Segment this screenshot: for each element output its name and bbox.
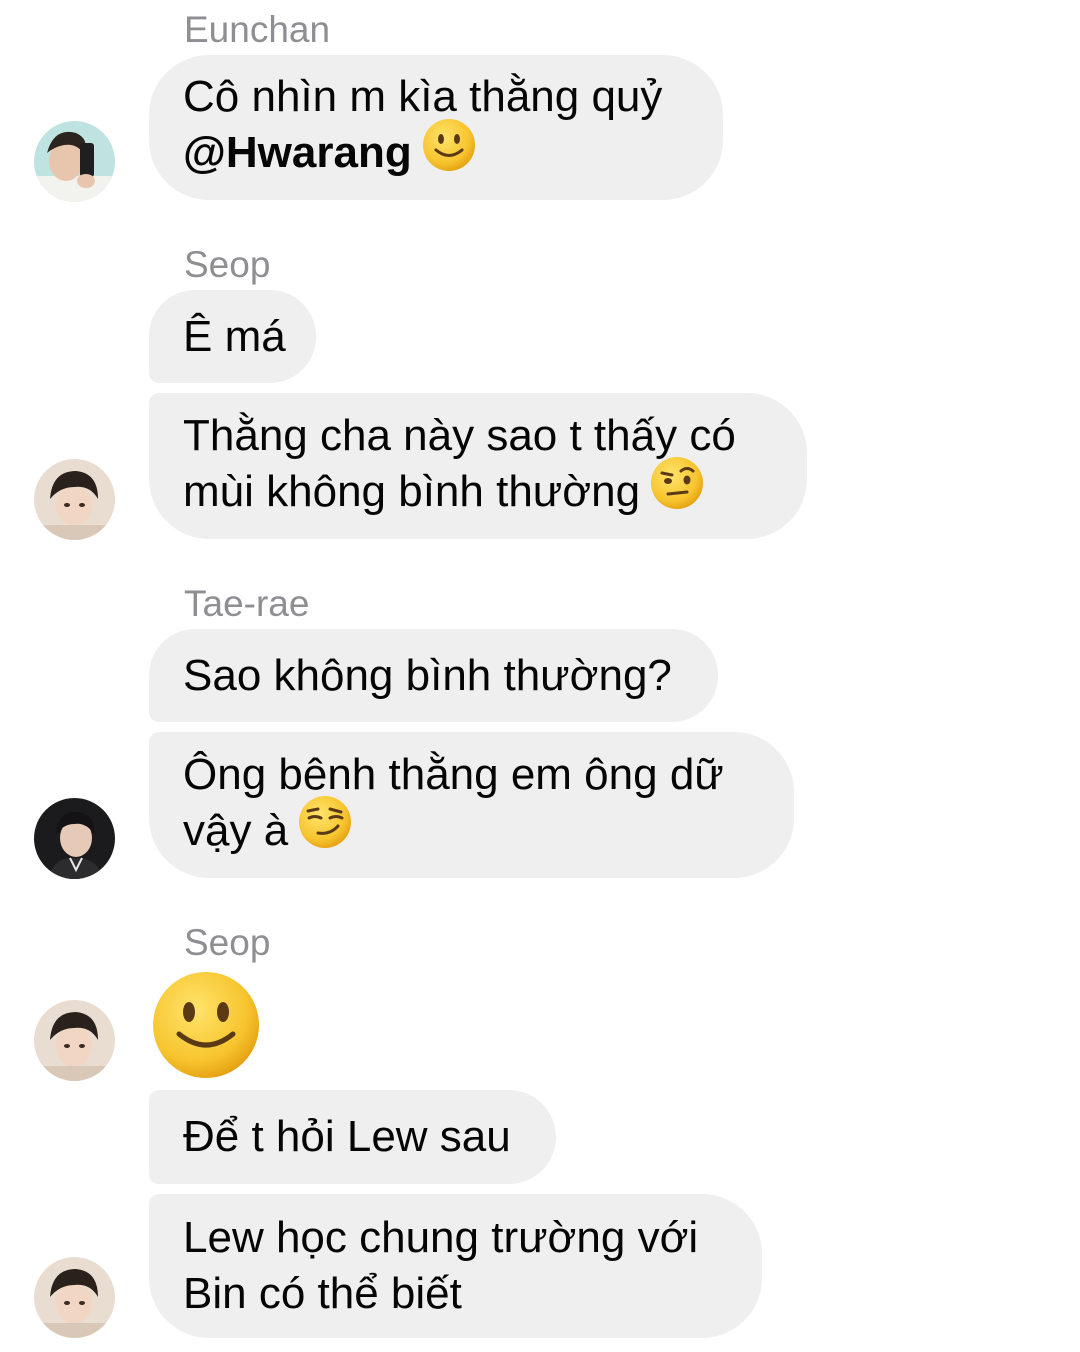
message-text: Lew học chung trường với (183, 1213, 699, 1262)
message-bubble[interactable]: Ông bênh thằng em ông dữ vậy à (149, 732, 794, 878)
avatar-tae-rae[interactable] (34, 798, 115, 879)
message-bubble[interactable]: Để t hỏi Lew sau (149, 1090, 556, 1184)
message-text: Để t hỏi Lew sau (183, 1112, 511, 1161)
avatar-eunchan[interactable] (34, 121, 115, 202)
message-text: mùi không bình thường (183, 466, 641, 516)
avatar-seop[interactable] (34, 1000, 115, 1081)
message-text: vậy à (183, 805, 289, 855)
message-text: Ê má (183, 311, 286, 361)
smirking-face-emoji-icon (298, 795, 352, 863)
avatar-seop[interactable] (34, 459, 115, 540)
avatar-seop[interactable] (34, 1257, 115, 1338)
face-with-raised-eyebrow-emoji-icon (650, 456, 704, 524)
mention-link[interactable]: @Hwarang (183, 128, 412, 177)
sender-name-eunchan: Eunchan (184, 9, 331, 50)
message-bubble[interactable]: Sao không bình thường? (149, 629, 718, 722)
message-bubble[interactable]: Thằng cha này sao t thấy có mùi không bì… (149, 393, 807, 539)
sender-name-tae-rae: Tae-rae (184, 583, 310, 624)
message-text: Bin có thể biết (183, 1269, 462, 1318)
message-bubble[interactable]: Lew học chung trường với Bin có thể biết (149, 1194, 762, 1338)
message-bubble[interactable]: Ê má (149, 290, 316, 383)
message-text: Ông bênh thằng em ông dữ (183, 749, 724, 799)
sender-name-seop: Seop (184, 244, 271, 285)
sender-name-seop: Seop (184, 922, 271, 963)
message-bubble[interactable]: Cô nhìn m kìa thằng quỷ @Hwarang (149, 55, 723, 200)
message-text: Sao không bình thường? (183, 650, 672, 700)
slightly-smiling-face-emoji-icon (422, 118, 476, 186)
slightly-smiling-face-emoji-icon[interactable] (151, 970, 261, 1085)
